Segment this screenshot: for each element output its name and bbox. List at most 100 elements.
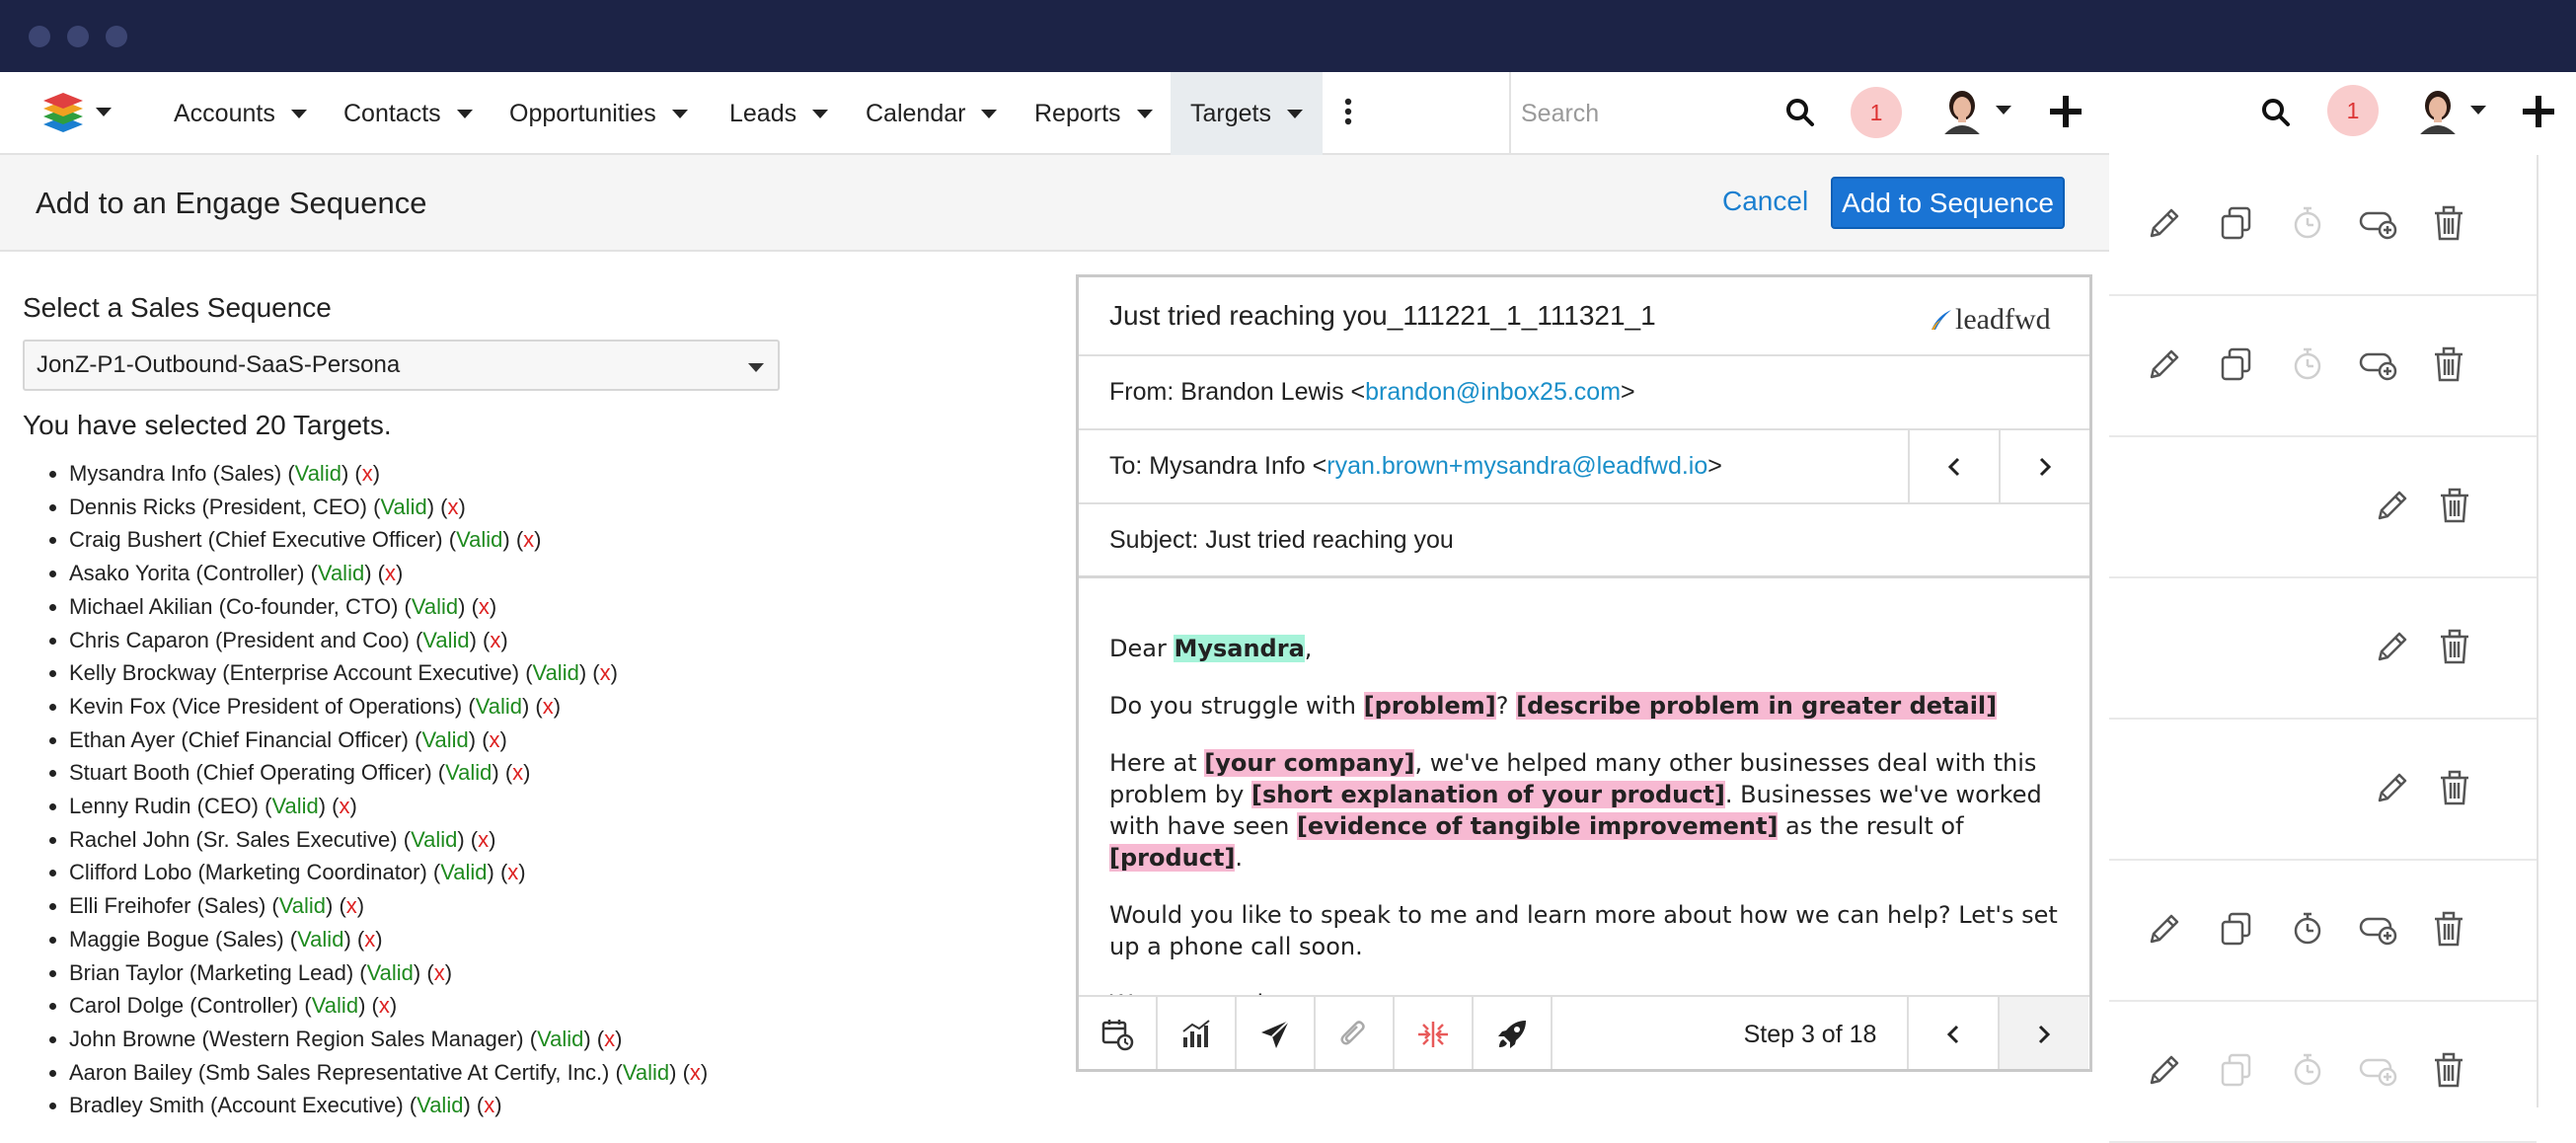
nav-opportunities[interactable]: Opportunities [509,72,688,155]
pencil-icon[interactable] [2146,204,2183,242]
toggle-add-icon[interactable] [2358,910,2399,948]
merge-button[interactable] [1395,997,1474,1069]
target-status: Valid [366,959,414,985]
trash-icon[interactable] [2430,1051,2467,1089]
remove-target-button[interactable]: x [490,628,500,652]
target-status: Valid [440,860,488,885]
remove-target-button[interactable]: x [512,760,523,785]
sequence-select[interactable]: JonZ-P1-Outbound-SaaS-Persona [23,340,780,391]
avatar-caret-icon[interactable] [1996,106,2011,114]
remove-target-button[interactable]: x [362,461,373,486]
trash-icon[interactable] [2430,204,2467,242]
trash-icon[interactable] [2436,769,2473,806]
app-logo-icon[interactable] [41,91,85,134]
nav-targets-label: Targets [1190,99,1271,127]
remove-target-button[interactable]: x [507,860,518,884]
prev-recipient-button[interactable] [1908,430,1999,502]
nav-contacts[interactable]: Contacts [343,72,473,155]
window-maximize-button[interactable] [106,26,127,47]
next-step-button[interactable] [1998,997,2088,1069]
target-name: Bradley Smith (Account Executive) [69,1093,404,1118]
nav-accounts[interactable]: Accounts [174,72,307,155]
remove-target-button[interactable]: x [484,1093,494,1117]
nav-calendar[interactable]: Calendar [866,72,998,155]
target-name: Rachel John (Sr. Sales Executive) [69,826,398,852]
remove-target-button[interactable]: x [523,527,534,552]
trash-icon[interactable] [2430,345,2467,383]
placeholder-evidence: [evidence of tangible improvement] [1296,812,1779,840]
remove-target-button[interactable]: x [346,893,357,918]
remove-target-button[interactable]: x [434,960,445,985]
window-close-button[interactable] [29,26,50,47]
steps-panel-scrollbar[interactable] [2537,155,2538,1107]
launch-button[interactable] [1474,997,1553,1069]
target-name: Clifford Lobo (Marketing Coordinator) [69,860,427,885]
remove-target-button[interactable]: x [604,1027,615,1051]
cancel-button[interactable]: Cancel [1722,186,1808,217]
pencil-icon[interactable] [2374,487,2411,524]
toggle-add-icon[interactable] [2358,345,2399,383]
remove-target-button[interactable]: x [490,727,500,752]
remove-target-button[interactable]: x [364,927,375,952]
app-switcher-caret-icon[interactable] [96,108,112,116]
remove-target-button[interactable]: x [543,694,554,719]
search-icon[interactable] [1785,98,1815,127]
secondary-user-avatar[interactable] [2416,87,2460,134]
send-button[interactable] [1237,997,1316,1069]
target-list-item: John Browne (Western Region Sales Manage… [69,1023,1026,1056]
add-to-sequence-button[interactable]: Add to Sequence [1831,177,2065,229]
remove-target-button[interactable]: x [340,794,350,818]
target-name: Aaron Bailey (Smb Sales Representative A… [69,1059,610,1085]
remove-target-button[interactable]: x [385,561,396,585]
target-status: Valid [422,627,470,652]
chevron-down-icon [981,109,998,118]
timer-icon [2289,204,2326,242]
add-icon[interactable] [2049,95,2083,128]
window-minimize-button[interactable] [67,26,89,47]
remove-target-button[interactable]: x [479,594,490,619]
target-list-item: Ethan Ayer (Chief Financial Officer) (Va… [69,724,1026,757]
user-avatar[interactable] [1940,87,1984,134]
pencil-icon[interactable] [2146,1051,2183,1089]
target-name: John Browne (Western Region Sales Manage… [69,1026,524,1051]
pencil-icon[interactable] [2146,910,2183,948]
schedule-button[interactable] [1079,997,1158,1069]
secondary-avatar-caret-icon[interactable] [2470,106,2486,114]
copy-icon[interactable] [2218,345,2255,383]
toggle-add-icon[interactable] [2358,204,2399,242]
copy-icon[interactable] [2218,910,2255,948]
remove-target-button[interactable]: x [478,827,489,852]
global-search[interactable]: Search [1509,72,1801,155]
target-list-item: Craig Bushert (Chief Executive Officer) … [69,523,1026,557]
attach-button[interactable] [1316,997,1395,1069]
nav-accounts-label: Accounts [174,99,275,127]
nav-leads[interactable]: Leads [729,72,829,155]
analytics-button[interactable] [1158,997,1237,1069]
remove-target-button[interactable]: x [379,993,390,1018]
pencil-icon[interactable] [2374,628,2411,665]
timer-icon[interactable] [2289,910,2326,948]
trash-icon[interactable] [2436,628,2473,665]
trash-icon[interactable] [2436,487,2473,524]
secondary-search-icon[interactable] [2261,98,2291,127]
secondary-notification-badge[interactable]: 1 [2327,85,2379,136]
to-email[interactable]: ryan.brown+mysandra@leadfwd.io [1326,452,1707,481]
next-recipient-button[interactable] [1999,430,2089,502]
trash-icon[interactable] [2430,910,2467,948]
leadfwd-logo: leadfwd [1930,303,2051,337]
target-name: Dennis Ricks (President, CEO) [69,494,367,519]
pencil-icon[interactable] [2374,769,2411,806]
copy-icon[interactable] [2218,204,2255,242]
nav-reports[interactable]: Reports [1034,72,1153,155]
remove-target-button[interactable]: x [690,1060,701,1085]
remove-target-button[interactable]: x [600,660,611,685]
notification-badge[interactable]: 1 [1851,87,1902,138]
nav-targets[interactable]: Targets [1171,72,1323,155]
from-email[interactable]: brandon@inbox25.com [1365,378,1621,407]
search-input[interactable]: Search [1511,100,1599,128]
more-menu-icon[interactable] [1344,98,1352,127]
prev-step-button[interactable] [1907,997,1998,1069]
pencil-icon[interactable] [2146,345,2183,383]
remove-target-button[interactable]: x [448,495,459,519]
secondary-add-icon[interactable] [2522,95,2555,128]
